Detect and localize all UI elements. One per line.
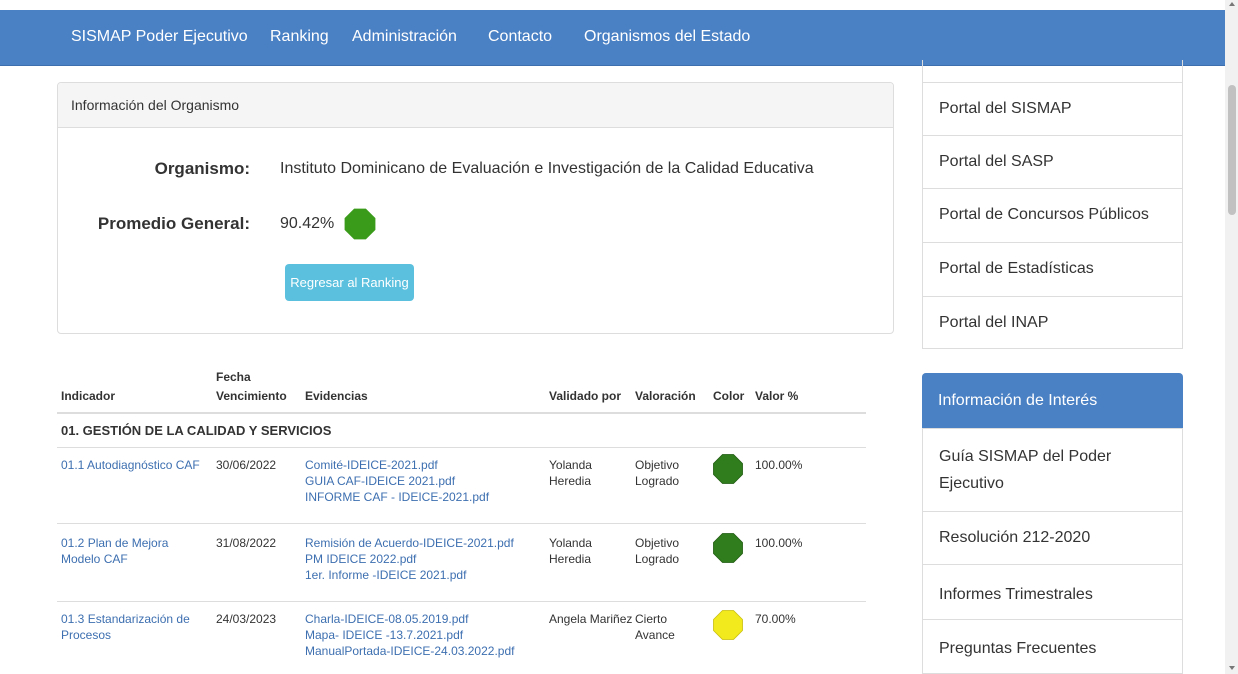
status-octagon-icon [344, 208, 376, 240]
table-row-validado: Yolanda Heredia [549, 457, 592, 489]
organism-info-panel: Información del Organismo Organismo: Ins… [57, 82, 894, 334]
validator-first: Yolanda [549, 458, 592, 472]
row-status-badge [713, 610, 743, 640]
guia-sismap-link[interactable]: Guía SISMAP del Poder Ejecutivo [923, 428, 1182, 512]
table-row-validado: Angela Mariñez [549, 611, 632, 627]
table-row-fecha: 24/03/2023 [216, 612, 277, 626]
table-row-fecha: 31/08/2022 [216, 536, 277, 550]
status-octagon-icon [713, 610, 743, 640]
table-row-indicador: 01.3 Estandarización de Procesos [61, 611, 201, 643]
evidence-link[interactable]: PM IDEICE 2022.pdf [305, 551, 514, 567]
rating-line-2: Avance [635, 628, 675, 642]
validator-first: Angela Mariñez [549, 612, 633, 626]
portal-inap-link[interactable]: Portal del INAP [923, 296, 1182, 349]
average-label: Promedio General: [97, 214, 250, 233]
page-scrollbar[interactable] [1225, 0, 1238, 674]
th-indicador: Indicador [61, 389, 116, 403]
portal-estadisticas-link[interactable]: Portal de Estadísticas [923, 242, 1182, 296]
scroll-up-icon[interactable] [1229, 2, 1235, 6]
organism-label: Organismo: [154, 159, 250, 178]
status-octagon-icon [713, 454, 743, 484]
interest-panel: Información de Interés Guía SISMAP del P… [922, 373, 1183, 674]
panel-heading: Información del Organismo [58, 83, 893, 128]
header-divider [57, 412, 866, 414]
scroll-thumb[interactable] [1228, 85, 1236, 215]
row-status-badge [713, 533, 743, 563]
row-divider [57, 601, 866, 602]
portal-sasp-link[interactable]: Portal del SASP [923, 135, 1182, 189]
organism-value: Instituto Dominicano de Evaluación e Inv… [280, 160, 814, 177]
table-row-indicador: 01.2 Plan de Mejora Modelo CAF [61, 535, 211, 567]
th-valor: Valor % [755, 389, 799, 403]
average-status-badge [344, 208, 376, 240]
evidence-link[interactable]: Charla-IDEICE-08.05.2019.pdf [305, 611, 514, 627]
th-color: Color [713, 389, 745, 403]
section-title: 01. GESTIÓN DE LA CALIDAD Y SERVICIOS [61, 423, 332, 438]
th-valoracion: Valoración [635, 389, 696, 403]
nav-organismos[interactable]: Organismos del Estado [584, 10, 750, 66]
resolucion-link[interactable]: Resolución 212-2020 [923, 511, 1182, 565]
nav-administracion[interactable]: Administración [352, 10, 457, 66]
th-fecha-2: Vencimiento [216, 389, 287, 403]
nav-ranking[interactable]: Ranking [270, 10, 329, 66]
row-divider [57, 447, 866, 448]
top-navbar: SISMAP Poder Ejecutivo Ranking Administr… [0, 10, 1225, 66]
table-row-valor: 100.00% [755, 536, 803, 550]
row-status-badge [713, 454, 743, 484]
indicator-link[interactable]: 01.2 Plan de Mejora Modelo CAF [61, 536, 168, 566]
interest-heading: Información de Interés [922, 373, 1183, 428]
table-row-valor: 70.00% [755, 612, 796, 626]
validator-last: Heredia [549, 474, 592, 488]
table-row-indicador: 01.1 Autodiagnóstico CAF [61, 457, 200, 473]
table-row-evidencias: Comité-IDEICE-2021.pdf GUIA CAF-IDEICE 2… [305, 457, 489, 505]
th-evidencias: Evidencias [305, 389, 368, 403]
nav-brand[interactable]: SISMAP Poder Ejecutivo [71, 10, 248, 66]
evidence-link[interactable]: GUIA CAF-IDEICE 2021.pdf [305, 473, 489, 489]
evidence-link[interactable]: Mapa- IDEICE -13.7.2021.pdf [305, 627, 514, 643]
table-row-evidencias: Remisión de Acuerdo-IDEICE-2021.pdf PM I… [305, 535, 514, 583]
table-row-fecha: 30/06/2022 [216, 458, 277, 472]
evidence-link[interactable]: INFORME CAF - IDEICE-2021.pdf [305, 489, 489, 505]
evidence-link[interactable]: Comité-IDEICE-2021.pdf [305, 457, 489, 473]
table-row-valoracion: Cierto Avance [635, 611, 675, 643]
rating-line-1: Objetivo [635, 458, 680, 472]
portal-sismap-link[interactable]: Portal del SISMAP [923, 82, 1182, 136]
table-row-valor: 100.00% [755, 458, 803, 472]
average-value: 90.42% [280, 215, 335, 232]
table-row-valoracion: Objetivo Logrado [635, 457, 679, 489]
rating-line-2: Logrado [635, 552, 680, 566]
table-row-valoracion: Objetivo Logrado [635, 535, 679, 567]
th-validado: Validado por [549, 389, 622, 403]
scroll-down-icon[interactable] [1229, 666, 1235, 670]
rating-line-2: Logrado [635, 474, 680, 488]
evidence-link[interactable]: 1er. Informe -IDEICE 2021.pdf [305, 567, 514, 583]
evidence-link[interactable]: ManualPortada-IDEICE-24.03.2022.pdf [305, 643, 514, 659]
preguntas-frecuentes-link[interactable]: Preguntas Frecuentes [923, 619, 1182, 674]
th-fecha-1: Fecha [216, 370, 251, 384]
table-row-validado: Yolanda Heredia [549, 535, 592, 567]
indicator-link[interactable]: 01.1 Autodiagnóstico CAF [61, 457, 200, 473]
table-row-evidencias: Charla-IDEICE-08.05.2019.pdf Mapa- IDEIC… [305, 611, 514, 659]
portal-concursos-link[interactable]: Portal de Concursos Públicos [923, 188, 1182, 242]
evidence-link[interactable]: Remisión de Acuerdo-IDEICE-2021.pdf [305, 535, 514, 551]
row-divider [57, 523, 866, 524]
rating-line-1: Objetivo [635, 536, 680, 550]
back-to-ranking-button[interactable]: Regresar al Ranking [285, 264, 414, 301]
nav-contacto[interactable]: Contacto [488, 10, 552, 66]
informes-trimestrales-link[interactable]: Informes Trimestrales [923, 564, 1182, 620]
status-octagon-icon [713, 533, 743, 563]
indicator-link[interactable]: 01.3 Estandarización de Procesos [61, 612, 190, 642]
validator-first: Yolanda [549, 536, 592, 550]
validator-last: Heredia [549, 552, 592, 566]
portals-list: Portal del SISMAP Portal del SASP Portal… [922, 60, 1183, 349]
rating-line-1: Cierto [635, 612, 668, 626]
